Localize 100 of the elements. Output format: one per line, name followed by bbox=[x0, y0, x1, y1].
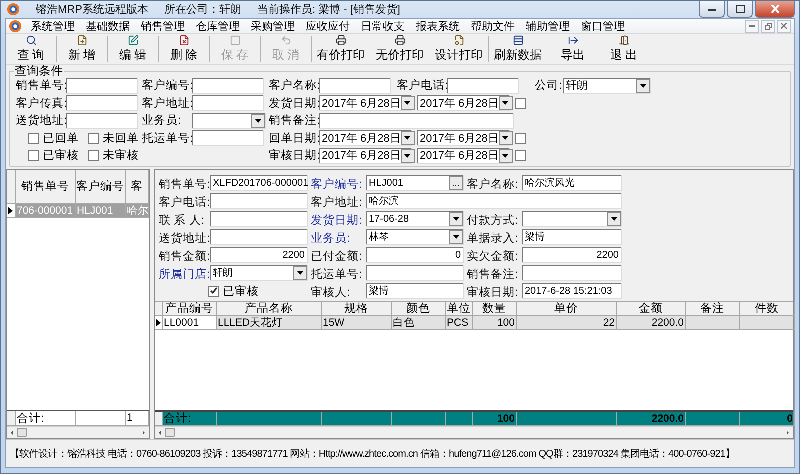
toolbar-button[interactable]: 无价打印 bbox=[373, 34, 427, 64]
text-field[interactable]: 2200 bbox=[522, 247, 622, 263]
file-plus-icon bbox=[76, 34, 88, 46]
table-row[interactable]: LL0001 LLLED天花灯 15W 白色 PCS 100 22 2200.0 bbox=[155, 316, 793, 330]
text-field[interactable]: XLFD201706-000001 bbox=[210, 175, 308, 191]
date-picker[interactable]: 2017年 6月28日 bbox=[417, 95, 510, 112]
caret-icon bbox=[610, 217, 618, 221]
menu-item[interactable]: 报表系统 bbox=[414, 18, 462, 34]
dropdown-button[interactable] bbox=[498, 131, 513, 146]
field-link[interactable]: 业务员: bbox=[311, 230, 363, 246]
dropdown-button[interactable] bbox=[400, 96, 415, 110]
close-button[interactable] bbox=[755, 1, 795, 18]
text-field[interactable] bbox=[522, 265, 622, 281]
toolbar-button[interactable]: 退 出 bbox=[601, 34, 647, 64]
checkbox[interactable] bbox=[88, 132, 99, 144]
minimize-button[interactable] bbox=[699, 1, 725, 18]
menu-item[interactable]: 采购管理 bbox=[249, 18, 297, 34]
app-logo-icon bbox=[7, 3, 20, 16]
checkbox[interactable] bbox=[88, 150, 99, 162]
checkbox[interactable] bbox=[208, 286, 219, 297]
dropdown[interactable]: 林琴 bbox=[366, 229, 464, 245]
toolbar-button[interactable]: 刷新数据 bbox=[491, 34, 545, 64]
dropdown-button[interactable] bbox=[293, 266, 307, 280]
menu-item[interactable]: 窗口管理 bbox=[579, 18, 627, 34]
close-button[interactable] bbox=[777, 20, 791, 32]
dropdown-button[interactable] bbox=[400, 131, 415, 146]
checkbox[interactable] bbox=[515, 132, 526, 144]
text-field[interactable]: 2200 bbox=[210, 247, 308, 263]
menu-item[interactable]: 仓库管理 bbox=[194, 18, 242, 34]
date-picker[interactable]: 2017年 6月28日 bbox=[319, 148, 412, 164]
text-field[interactable] bbox=[210, 193, 308, 209]
text-field[interactable] bbox=[210, 229, 308, 245]
restore-button[interactable] bbox=[761, 20, 775, 32]
lookup-button[interactable]: ... bbox=[449, 176, 463, 190]
text-field[interactable]: 0 bbox=[366, 247, 464, 263]
text-field[interactable] bbox=[192, 95, 264, 112]
minimize-icon bbox=[708, 8, 716, 10]
date-picker[interactable]: 2017年 6月28日 bbox=[319, 95, 412, 112]
dropdown[interactable]: 轩朗 bbox=[563, 78, 651, 94]
text-field[interactable]: 哈尔滨 bbox=[366, 193, 622, 209]
toolbar-button[interactable]: 新 增 bbox=[59, 34, 105, 64]
caret-icon bbox=[640, 84, 646, 88]
date-picker[interactable]: 2017年 6月28日 bbox=[417, 148, 510, 164]
text-field[interactable] bbox=[192, 78, 264, 94]
menu-item[interactable]: 销售管理 bbox=[139, 18, 187, 34]
text-field[interactable]: 哈尔滨风光 bbox=[522, 175, 622, 191]
field-link[interactable]: 发货日期: bbox=[311, 212, 363, 228]
dropdown[interactable] bbox=[192, 112, 266, 129]
dropdown[interactable]: 17-06-28 bbox=[366, 211, 464, 227]
text-field[interactable] bbox=[66, 95, 138, 112]
text-field[interactable] bbox=[66, 112, 138, 129]
toolbar-button[interactable]: 编 辑 bbox=[110, 34, 156, 64]
text-field[interactable] bbox=[366, 265, 464, 281]
toolbar-button[interactable]: 有价打印 bbox=[314, 34, 368, 64]
dropdown-button[interactable] bbox=[498, 148, 513, 163]
horizontal-scrollbar[interactable] bbox=[155, 426, 793, 438]
text-field[interactable]: 2017-6-28 15:21:03 bbox=[522, 283, 622, 299]
toolbar-button[interactable]: 删 除 bbox=[161, 34, 207, 64]
checkbox[interactable] bbox=[28, 150, 39, 162]
text-field[interactable] bbox=[192, 130, 264, 146]
menu-item[interactable]: 应收应付 bbox=[304, 18, 352, 34]
toolbar-button[interactable]: 查 询 bbox=[8, 34, 54, 64]
dropdown-button[interactable] bbox=[449, 230, 463, 244]
field-link[interactable]: 客户编号: bbox=[311, 176, 363, 192]
dropdown-button[interactable] bbox=[251, 114, 265, 128]
toolbar-button[interactable]: 设计打印 bbox=[432, 34, 486, 64]
field-link[interactable]: 所属门店: bbox=[159, 266, 207, 282]
text-field[interactable] bbox=[66, 78, 138, 94]
menu-item[interactable]: 基础数据 bbox=[84, 18, 132, 34]
dropdown-button[interactable] bbox=[607, 212, 621, 226]
field-label: 付款方式: bbox=[467, 213, 519, 228]
dropdown[interactable]: 轩朗 bbox=[210, 265, 308, 281]
dropdown[interactable] bbox=[522, 211, 622, 227]
dropdown-button[interactable] bbox=[636, 78, 650, 93]
menu-item[interactable]: 辅助管理 bbox=[524, 18, 572, 34]
toolbar-button[interactable]: 导出 bbox=[550, 34, 596, 64]
pen-icon bbox=[126, 34, 140, 46]
text-field[interactable] bbox=[319, 112, 514, 129]
horizontal-scrollbar[interactable] bbox=[7, 426, 149, 438]
dropdown-button[interactable] bbox=[400, 148, 415, 163]
dropdown-button[interactable] bbox=[498, 96, 513, 110]
text-field[interactable]: 梁博 bbox=[522, 229, 622, 245]
lookup-field[interactable]: HLJ001 ... bbox=[366, 175, 464, 191]
checkbox[interactable] bbox=[28, 132, 39, 144]
checkbox[interactable] bbox=[515, 150, 526, 162]
menu-item[interactable]: 日常收支 bbox=[359, 18, 407, 34]
text-field[interactable]: 梁博 bbox=[366, 283, 464, 299]
field-label: 销售备注: bbox=[467, 267, 519, 282]
checkbox[interactable] bbox=[515, 98, 526, 109]
date-picker[interactable]: 2017年 6月28日 bbox=[319, 130, 412, 146]
undo-icon bbox=[280, 34, 292, 46]
text-field[interactable] bbox=[447, 78, 519, 94]
caret-icon bbox=[502, 136, 510, 140]
text-field[interactable] bbox=[319, 78, 391, 94]
menu-item[interactable]: 系统管理 bbox=[29, 18, 77, 34]
maximize-button[interactable] bbox=[727, 1, 753, 18]
date-picker[interactable]: 2017年 6月28日 bbox=[417, 130, 510, 146]
text-field[interactable] bbox=[210, 211, 308, 227]
menu-item[interactable]: 帮助文件 bbox=[469, 18, 517, 34]
dropdown-button[interactable] bbox=[449, 212, 463, 226]
